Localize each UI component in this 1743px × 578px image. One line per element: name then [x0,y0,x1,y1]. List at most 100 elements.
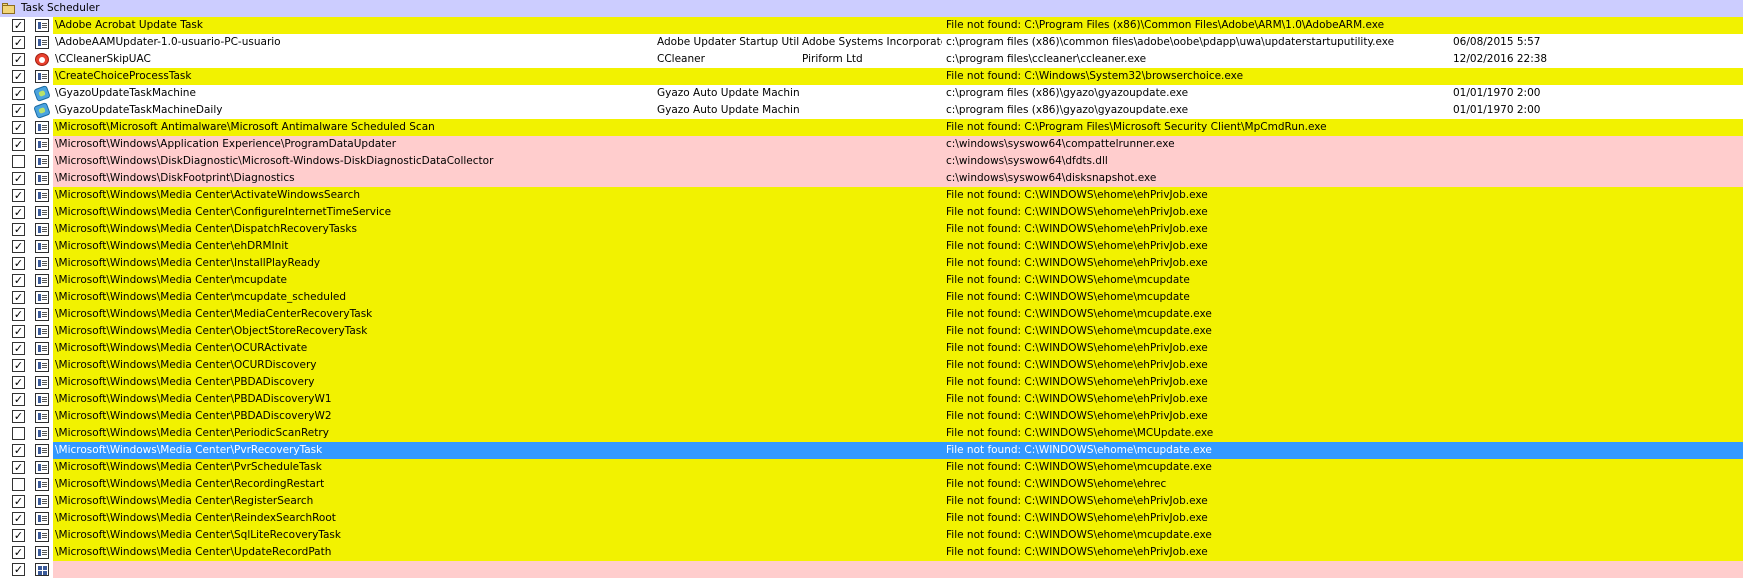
table-row[interactable]: ✓ \Microsoft\Windows\Media Center\mcupdat… [0,289,1743,306]
table-row[interactable]: ✓ \Adobe Acrobat Update Task File not foun… [0,17,1743,34]
table-row[interactable]: ✓ \Microsoft\Windows\Media Center\PBDADis… [0,391,1743,408]
table-row[interactable]: ✓ \Microsoft\Windows\Media Center\Configu… [0,204,1743,221]
enable-checkbox[interactable]: ✓ [12,546,25,559]
table-row[interactable]: ✓ \Microsoft\Windows\Media Center\OCURDis… [0,357,1743,374]
table-row[interactable]: ✓ \Microsoft\Windows\Media Center\ehDRMIn… [0,238,1743,255]
window-icon [35,461,49,474]
enable-checkbox[interactable]: ✓ [12,291,25,304]
enable-checkbox[interactable]: ✓ [12,257,25,270]
table-row[interactable]: ✓ \Microsoft\Windows\Media Center\PvrReco… [0,442,1743,459]
enable-checkbox[interactable]: ✓ [12,410,25,423]
window-icon [35,240,49,253]
enable-checkbox[interactable]: ✓ [12,138,25,151]
enable-checkbox[interactable]: ✓ [12,223,25,236]
window-icon [35,512,49,525]
table-row[interactable]: \Microsoft\Windows\DiskDiagnostic\Micros… [0,153,1743,170]
table-row[interactable]: ✓ \GyazoUpdateTaskMachine Gyazo Auto Updat… [0,84,1743,103]
enable-checkbox[interactable]: ✓ [12,36,25,49]
enable-checkbox[interactable]: ✓ [12,444,25,457]
gyazo-icon [33,84,51,103]
enable-checkbox[interactable]: ✓ [12,240,25,253]
table-row[interactable]: ✓ \Microsoft\Windows\Media Center\ObjectS… [0,323,1743,340]
entry-name: \Microsoft\Windows\Media Center\Register… [55,495,314,507]
timestamp-cell: 01/01/1970 2:00 [1453,87,1541,99]
table-row[interactable]: ✓ \Microsoft\Windows\Media Center\Reindex… [0,510,1743,527]
table-row[interactable]: ✓ \Microsoft\Windows\Media Center\PBDADis… [0,374,1743,391]
ccleaner-icon [35,53,49,66]
image-path-cell: File not found: C:\WINDOWS\ehome\MCUpdat… [946,427,1214,439]
table-row[interactable]: ✓ \CCleanerSkipUAC CCleaner Piriform Ltd c:\… [0,51,1743,68]
entry-name: \Microsoft\Windows\Media Center\PBDADisc… [55,393,332,405]
image-path-cell: File not found: C:\WINDOWS\ehome\ehPrivJ… [946,240,1208,252]
enable-checkbox[interactable]: ✓ [12,325,25,338]
window-icon [35,223,49,236]
enable-checkbox[interactable]: ✓ [12,461,25,474]
enable-checkbox[interactable]: ✓ [12,342,25,355]
task-scheduler-group-header[interactable]: Task Scheduler [0,0,1743,17]
table-row[interactable]: ✓ \Microsoft\Microsoft Antimalware\Micros… [0,119,1743,136]
window-icon [35,410,49,423]
table-row[interactable]: ✓ \Microsoft\Windows\Media Center\Registe… [0,493,1743,510]
table-row[interactable]: ✓ \Microsoft\Windows\Media Center\MediaCe… [0,306,1743,323]
enable-checkbox[interactable]: ✓ [12,376,25,389]
enable-checkbox[interactable]: ✓ [12,529,25,542]
window-icon [35,427,49,440]
enable-checkbox[interactable]: ✓ [12,393,25,406]
table-row[interactable]: ✓ \Microsoft\Windows\Media Center\OCURAct… [0,340,1743,357]
entry-name: \Microsoft\Windows\Media Center\PvrRecov… [55,444,323,456]
enable-checkbox[interactable]: ✓ [12,189,25,202]
enable-checkbox[interactable]: ✓ [12,121,25,134]
table-row[interactable]: ✓ \Microsoft\Windows\Application Experien… [0,136,1743,153]
table-row[interactable]: ✓ \GyazoUpdateTaskMachineDaily Gyazo Auto … [0,101,1743,120]
enable-checkbox[interactable]: ✓ [12,172,25,185]
window-icon [35,308,49,321]
enable-checkbox[interactable]: ✓ [12,495,25,508]
enable-checkbox[interactable] [12,478,25,491]
window-icon [35,444,49,457]
entry-name: \Microsoft\Windows\Media Center\Configur… [55,206,392,218]
table-row[interactable]: \Microsoft\Windows\Media Center\Recordin… [0,476,1743,493]
enable-checkbox[interactable] [12,155,25,168]
image-path-cell: File not found: C:\WINDOWS\ehome\ehPrivJ… [946,189,1208,201]
enable-checkbox[interactable] [12,427,25,440]
window-icon [35,495,49,508]
table-row[interactable]: ✓ \Microsoft\Windows\Media Center\mcupdat… [0,272,1743,289]
enable-checkbox[interactable]: ✓ [12,19,25,32]
entry-name: \Microsoft\Windows\Media Center\mcupdate… [55,291,346,303]
enable-checkbox[interactable]: ✓ [12,308,25,321]
table-row[interactable]: ✓ \Microsoft\Windows\Media Center\PBDADis… [0,408,1743,425]
window-icon [35,325,49,338]
table-row[interactable]: ✓ \Microsoft\Windows\Media Center\PvrSche… [0,459,1743,476]
enable-checkbox[interactable]: ✓ [12,206,25,219]
table-row[interactable]: ✓ \Microsoft\Windows\Media Center\UpdateR… [0,544,1743,561]
enable-checkbox[interactable]: ✓ [12,104,25,117]
enable-checkbox[interactable]: ✓ [12,53,25,66]
window-icon [35,376,49,389]
table-row[interactable]: ✓ \Microsoft\Windows\Media Center\SqlLite… [0,527,1743,544]
table-row[interactable]: ✓ \CreateChoiceProcessTask File not found:… [0,68,1743,85]
table-row[interactable]: \Microsoft\Windows\Media Center\Periodic… [0,425,1743,442]
window-icon [35,359,49,372]
table-row[interactable]: ✓ \Microsoft\Windows\Media Center\Activat… [0,187,1743,204]
image-path-cell: File not found: C:\Program Files (x86)\C… [946,19,1385,31]
enable-checkbox[interactable]: ✓ [12,563,25,576]
entry-name: \Microsoft\Windows\DiskFootprint\Diagnos… [55,172,295,184]
table-row[interactable]: ✓ \Microsoft\Windows\Media Center\Dispatc… [0,221,1743,238]
windows-logo-icon [35,563,49,576]
enable-checkbox[interactable]: ✓ [12,87,25,100]
enable-checkbox[interactable]: ✓ [12,70,25,83]
window-icon [35,546,49,559]
enable-checkbox[interactable]: ✓ [12,512,25,525]
table-row[interactable]: ✓ \Microsoft\Windows\DiskFootprint\Diagno… [0,170,1743,187]
window-icon [35,206,49,219]
entry-name: \Microsoft\Windows\Media Center\OCURActi… [55,342,308,354]
image-path-cell: File not found: C:\Windows\System32\brow… [946,70,1244,82]
table-row[interactable]: ✓ \AdobeAAMUpdater-1.0-usuario-PC-usuario… [0,34,1743,51]
image-path-cell: File not found: C:\WINDOWS\ehome\mcupdat… [946,444,1212,456]
table-row[interactable]: ✓ \Microsoft\Windows\Media Center\Install… [0,255,1743,272]
table-row[interactable]: ✓ [0,561,1743,578]
enable-checkbox[interactable]: ✓ [12,359,25,372]
entry-name: \AdobeAAMUpdater-1.0-usuario-PC-usuario [55,36,281,48]
image-path-cell: File not found: C:\WINDOWS\ehome\mcupdat… [946,308,1212,320]
enable-checkbox[interactable]: ✓ [12,274,25,287]
